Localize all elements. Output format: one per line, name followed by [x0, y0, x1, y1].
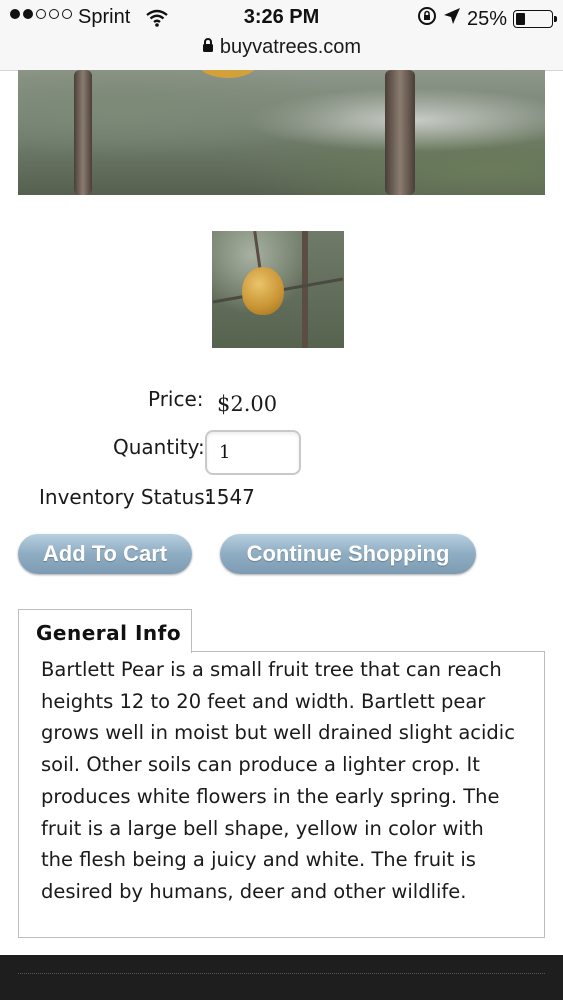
address-domain: buyvatrees.com [219, 36, 362, 58]
price-value: $2.00 [217, 392, 278, 416]
footer [0, 955, 563, 1000]
status-right-group: 25% [417, 6, 557, 32]
footer-divider [18, 973, 545, 974]
battery-icon [513, 10, 557, 28]
address-bar[interactable]: buyvatrees.com [0, 36, 563, 66]
general-info-text: Bartlett Pear is a small fruit tree that… [41, 658, 515, 903]
quantity-input[interactable] [205, 430, 301, 475]
add-to-cart-button[interactable]: Add To Cart [18, 534, 192, 574]
inventory-value: 1547 [204, 485, 255, 509]
battery-percent: 25% [466, 7, 507, 30]
general-info-panel: Bartlett Pear is a small fruit tree that… [18, 651, 545, 938]
status-bar: Sprint 3:26 PM 25% [0, 0, 563, 36]
tab-general-info[interactable]: General Info [18, 609, 192, 653]
quantity-label: Quantity: [113, 435, 205, 459]
browser-chrome: Sprint 3:26 PM 25% buyvatrees.com [0, 0, 563, 71]
continue-shopping-button[interactable]: Continue Shopping [220, 534, 476, 574]
rotation-lock-icon [417, 6, 437, 32]
product-thumbnail[interactable] [212, 231, 344, 348]
price-label: Price: [148, 387, 204, 411]
inventory-label: Inventory Status: [39, 485, 212, 509]
product-banner-image [18, 70, 545, 195]
location-arrow-icon [443, 7, 461, 31]
lock-icon [202, 36, 214, 59]
